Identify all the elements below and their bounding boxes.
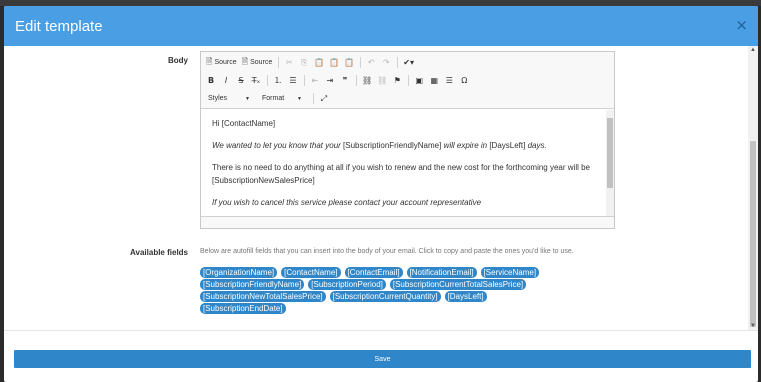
toolbar-separator (397, 57, 399, 68)
save-button[interactable]: Save (14, 350, 751, 368)
toolbar-row-1: 🗎 Source 🗎 Source ✂ ⎘ 📋 📋 📋 ↶ ↷ ✔▾ (204, 54, 417, 71)
content-line: We wanted to let you know that your [Sub… (212, 139, 596, 152)
undo-icon[interactable]: ↶ (364, 55, 378, 70)
field-tag[interactable]: [ContactName] (281, 267, 341, 278)
chevron-down-icon: ▼ (245, 95, 250, 102)
field-tag[interactable]: [SubscriptionNewTotalSalesPrice] (200, 291, 326, 302)
source-button-2[interactable]: 🗎 Source (240, 55, 275, 70)
close-icon[interactable]: × (735, 16, 748, 34)
content-line: If you wish to cancel this service pleas… (212, 198, 482, 207)
available-fields-tags: [OrganizationName] [ContactName] [Contac… (200, 267, 580, 315)
link-icon[interactable]: ⛓ (360, 73, 374, 88)
toolbar-separator (408, 75, 410, 86)
format-dropdown-label: Format (262, 95, 285, 102)
content-italic-text: will expire in (441, 141, 490, 150)
modal-scrollbar-thumb[interactable] (750, 141, 756, 327)
field-tag[interactable]: [DaysLeft] (444, 291, 487, 302)
toolbar-separator (304, 75, 305, 86)
editor-statusbar (201, 216, 614, 228)
toolbar-separator (267, 75, 268, 86)
unlink-icon[interactable]: ⛓ (375, 73, 389, 88)
source-icon: 🗎 (206, 56, 213, 66)
maximize-icon[interactable]: ⤢ (317, 91, 331, 106)
numbered-list-icon[interactable]: ⒈ (271, 73, 285, 88)
remove-format-icon[interactable]: T̶ₓ (249, 73, 263, 88)
content-line: There is no need to do anything at all i… (212, 163, 590, 185)
field-tag[interactable]: [SubscriptionFriendlyName] (200, 279, 305, 290)
bulleted-list-icon[interactable]: ☰ (286, 73, 300, 88)
editor-content[interactable]: Hi [ContactName] We wanted to let you kn… (201, 110, 607, 216)
field-tag[interactable]: [ServiceName] (480, 267, 540, 278)
source-button-label: Source (250, 59, 273, 66)
field-tag[interactable]: [SubscriptionCurrentQuantity] (329, 291, 441, 302)
editor-toolbar: 🗎 Source 🗎 Source ✂ ⎘ 📋 📋 📋 ↶ ↷ ✔▾ B I S… (201, 52, 614, 109)
toolbar-separator (356, 75, 357, 86)
toolbar-row-3: Styles ▼ Format ▼ ⤢ (204, 90, 332, 107)
indent-icon[interactable]: ⇥ (323, 73, 337, 88)
field-tag[interactable]: [NotificationEmail] (406, 267, 477, 278)
image-icon[interactable]: ▣ (412, 73, 426, 88)
scroll-up-icon[interactable]: ▲ (749, 47, 757, 53)
body-label: Body (168, 56, 188, 65)
paste-icon[interactable]: 📋 (312, 55, 326, 70)
paste-text-icon[interactable]: 📋 (327, 55, 341, 70)
edit-template-modal: Edit template × Body 🗎 Source 🗎 Source ✂ ⎘… (4, 6, 758, 382)
redo-icon[interactable]: ↷ (379, 55, 393, 70)
table-icon[interactable]: ▦ (427, 73, 441, 88)
toolbar-separator (278, 57, 280, 68)
spellcheck-icon[interactable]: ✔▾ (401, 55, 416, 70)
scroll-down-icon[interactable]: ▼ (749, 323, 757, 329)
source-icon: 🗎 (241, 56, 249, 66)
modal-title: Edit template (15, 17, 103, 35)
special-char-icon[interactable]: Ω (457, 73, 471, 88)
format-dropdown[interactable]: Format ▼ (258, 92, 306, 106)
content-italic-text: We wanted to let you know that your (212, 141, 344, 150)
toolbar-row-2: B I S T̶ₓ ⒈ ☰ ⇤ ⇥ ❞ ⛓ ⛓ ⚑ ▣ ▦ ☰ Ω (204, 72, 472, 89)
paste-word-icon[interactable]: 📋 (342, 55, 356, 70)
modal-scrollbar[interactable]: ▲ ▼ (748, 46, 758, 330)
strikethrough-icon[interactable]: S (234, 73, 248, 88)
content-line: Hi [ContactName] (212, 119, 276, 128)
copy-icon[interactable]: ⎘ (297, 55, 311, 70)
blockquote-icon[interactable]: ❞ (338, 73, 352, 88)
horizontal-line-icon[interactable]: ☰ (442, 73, 456, 88)
rich-text-editor: 🗎 Source 🗎 Source ✂ ⎘ 📋 📋 📋 ↶ ↷ ✔▾ B I S… (200, 51, 615, 229)
chevron-down-icon: ▼ (297, 95, 302, 102)
field-tag[interactable]: [OrganizationName] (200, 267, 278, 278)
content-placeholder: [SubscriptionFriendlyName] (343, 141, 442, 150)
outdent-icon[interactable]: ⇤ (308, 73, 322, 88)
field-tag[interactable]: [SubscriptionEndDate] (200, 303, 286, 314)
available-fields-label: Available fields (130, 248, 188, 257)
editor-scrollbar-thumb[interactable] (607, 118, 613, 188)
modal-body: Body 🗎 Source 🗎 Source ✂ ⎘ 📋 📋 📋 ↶ ↷ ✔▾ … (4, 46, 748, 330)
bold-icon[interactable]: B (204, 73, 218, 88)
italic-icon[interactable]: I (219, 73, 233, 88)
source-button[interactable]: 🗎 Source (204, 55, 239, 70)
field-tag[interactable]: [SubscriptionPeriod] (308, 279, 386, 290)
anchor-flag-icon[interactable]: ⚑ (390, 73, 404, 88)
field-tag[interactable]: [ContactEmail] (344, 267, 403, 278)
content-placeholder: [DaysLeft] (489, 141, 526, 150)
content-italic-text: days. (525, 141, 547, 150)
styles-dropdown[interactable]: Styles ▼ (204, 92, 254, 106)
field-tag[interactable]: [SubscriptionCurrentTotalSalesPrice] (389, 279, 527, 290)
toolbar-separator (313, 93, 314, 104)
cut-icon[interactable]: ✂ (282, 55, 296, 70)
footer-divider (4, 330, 758, 331)
styles-dropdown-label: Styles (208, 95, 228, 102)
source-button-label: Source (214, 59, 237, 66)
editor-scrollbar[interactable] (606, 110, 614, 216)
toolbar-separator (360, 57, 362, 68)
modal-header: Edit template × (4, 6, 758, 46)
available-fields-description: Below are autofill fields that you can i… (200, 248, 574, 255)
